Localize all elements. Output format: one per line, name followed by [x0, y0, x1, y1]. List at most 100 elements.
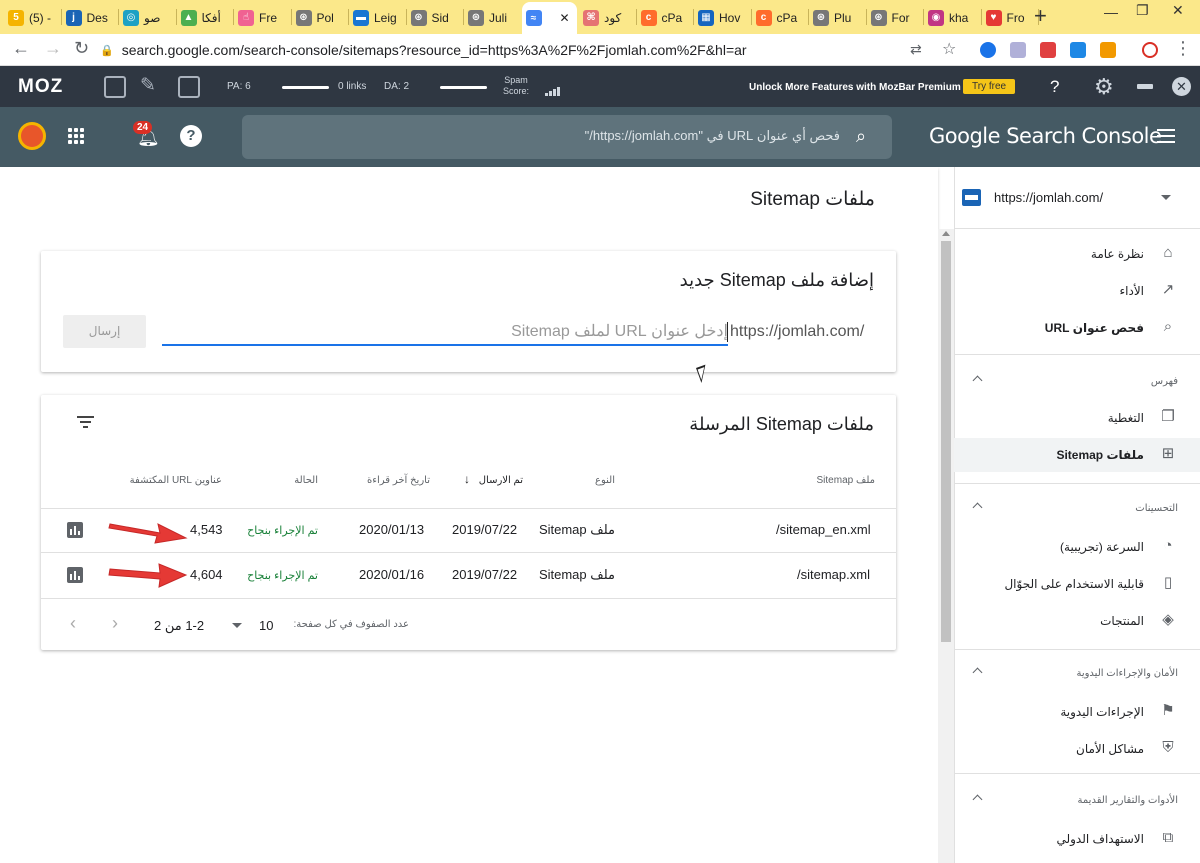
extension-m-icon[interactable]: [1070, 42, 1086, 58]
tab-label: kha: [949, 10, 969, 25]
sidebar-item-international-targeting[interactable]: الاستهداف الدولي ⧉: [954, 822, 1200, 856]
coverage-icon: ❐: [1161, 408, 1175, 425]
restore-window-button[interactable]: ❐: [1136, 2, 1149, 19]
browser-tab[interactable]: ♥ Fro: [982, 3, 1038, 32]
browser-menu-icon[interactable]: ⋮: [1174, 38, 1192, 59]
browser-tab[interactable]: ⊛ For: [867, 3, 923, 32]
gsc-brand: Google Search Console: [929, 124, 1162, 148]
extension-flag-icon[interactable]: [1040, 42, 1056, 58]
trending-icon: ↗: [1161, 281, 1175, 298]
sidebar-item-overview[interactable]: نظرة عامة ⌂: [954, 237, 1200, 271]
browser-tab[interactable]: ▦ Hov: [694, 3, 750, 32]
moz-highlight-icon[interactable]: ✎: [140, 74, 162, 96]
sidebar-item-label: الإجراءات اليدوية: [1060, 705, 1144, 719]
chevron-up-icon: [972, 667, 983, 678]
sidebar-item-url-inspection[interactable]: فحص عنوان URL ⌕: [954, 311, 1200, 345]
sidebar-item-speed[interactable]: السرعة (تجريبية) ◔: [954, 530, 1200, 564]
sidebar-item-performance[interactable]: الأداء ↗: [954, 274, 1200, 308]
tab-label: أفكا: [201, 10, 221, 25]
browser-tab[interactable]: ⊛ Pol: [292, 3, 348, 32]
submit-sitemap-button[interactable]: إرسال: [63, 315, 146, 348]
url-inspection-search[interactable]: فحص أي عنوان URL في "https://jomlah.com/…: [242, 115, 892, 159]
sidebar-item-label: الاستهداف الدولي: [1056, 832, 1144, 846]
help-icon[interactable]: ?: [180, 125, 202, 147]
chevron-up-icon: [972, 375, 983, 386]
browser-tab[interactable]: ⊛ Juli: [464, 3, 520, 32]
browser-tab[interactable]: c cPa: [752, 3, 808, 32]
tab-favicon-icon: j: [65, 9, 82, 26]
browser-tab[interactable]: ⊛ Plu: [809, 3, 865, 32]
sidebar-section-legacy-tools[interactable]: الأدوات والتقارير القديمة: [954, 789, 1200, 813]
browser-tab[interactable]: ☝ Fre: [234, 3, 290, 32]
browser-tab[interactable]: ▲ أفكا: [177, 3, 233, 32]
close-window-button[interactable]: ✕: [1172, 2, 1184, 19]
bookmark-star-icon[interactable]: ☆: [942, 39, 956, 59]
scroll-up-icon[interactable]: [942, 231, 950, 236]
sidebar-item-mobile-usability[interactable]: قابلية الاستخدام على الجوّال ▯: [954, 567, 1200, 601]
moz-close-icon[interactable]: ✕: [1172, 77, 1191, 96]
moz-keyword-icon[interactable]: [178, 76, 200, 98]
address-bar[interactable]: 🔒 search.google.com/search-console/sitem…: [100, 38, 970, 62]
bar-chart-icon[interactable]: [67, 567, 83, 583]
rows-per-page-value[interactable]: 10: [259, 618, 273, 633]
browser-tab[interactable]: ≈ ✕: [521, 2, 577, 34]
moz-page-analysis-icon[interactable]: [104, 76, 126, 98]
sidebar-item-coverage[interactable]: التغطية ❐: [954, 401, 1200, 435]
col-header-sitemap[interactable]: ملف Sitemap: [817, 475, 875, 486]
col-header-last-read[interactable]: تاريخ آخر قراءة: [367, 475, 430, 486]
chevron-down-icon[interactable]: [1161, 195, 1171, 200]
tab-label: cPa: [776, 10, 798, 25]
browser-tab[interactable]: ◎ صو: [119, 3, 175, 32]
back-icon[interactable]: ←: [12, 38, 30, 59]
browser-tab[interactable]: j Des: [62, 3, 118, 32]
browser-tab[interactable]: 5 (5) -: [4, 3, 60, 32]
tab-favicon-icon: c: [755, 9, 772, 26]
col-header-discovered[interactable]: عناوين URL المكتشفة: [130, 475, 222, 486]
profile-avatar[interactable]: [1142, 42, 1158, 58]
col-header-status[interactable]: الحالة: [294, 475, 318, 486]
moz-help-icon[interactable]: ?: [1050, 77, 1059, 97]
browser-tab[interactable]: ◉ kha: [924, 3, 980, 32]
close-tab-icon[interactable]: ✕: [560, 11, 570, 25]
prev-page-icon[interactable]: ‹: [70, 613, 76, 634]
sidebar-item-manual-actions[interactable]: الإجراءات اليدوية ⚑: [954, 695, 1200, 729]
row-sitemap[interactable]: /sitemap_en.xml: [776, 522, 871, 537]
bar-chart-icon[interactable]: [67, 522, 83, 538]
moz-try-free-button[interactable]: Try free: [963, 79, 1016, 94]
translate-icon[interactable]: ⇄: [910, 41, 922, 58]
sitemap-url-input[interactable]: [162, 320, 728, 346]
moz-minimize-icon[interactable]: [1137, 84, 1153, 89]
extension-a-icon[interactable]: [980, 42, 996, 58]
rows-per-page-dropdown-icon[interactable]: [232, 623, 242, 628]
col-header-submitted[interactable]: تم الارسال: [479, 475, 523, 486]
account-avatar[interactable]: [18, 122, 46, 150]
browser-tab[interactable]: ⌘ كود: [579, 3, 635, 32]
row-sitemap[interactable]: /sitemap.xml: [797, 567, 870, 582]
sidebar-item-security-issues[interactable]: مشاكل الأمان ⛨: [954, 732, 1200, 766]
browser-tab[interactable]: ▬ Leig: [349, 3, 405, 32]
reload-icon[interactable]: ↻: [74, 38, 89, 59]
row-status: تم الإجراء بنجاح: [247, 525, 318, 537]
next-page-icon[interactable]: ›: [112, 613, 118, 634]
sidebar-section-security[interactable]: الأمان والإجراءات اليدوية: [954, 662, 1200, 686]
minimize-window-button[interactable]: —: [1104, 4, 1118, 20]
scrollbar-thumb[interactable]: [941, 241, 951, 642]
browser-tab[interactable]: ⊛ Sid: [407, 3, 463, 32]
forward-icon[interactable]: →: [44, 38, 62, 59]
moz-settings-icon[interactable]: ⚙: [1094, 74, 1114, 100]
row-submitted: 2019/07/22: [452, 567, 518, 582]
extension-shield-icon[interactable]: [1010, 42, 1026, 58]
filter-icon[interactable]: [77, 416, 94, 428]
new-tab-button[interactable]: +: [1034, 4, 1047, 28]
extension-bag-icon[interactable]: [1100, 42, 1116, 58]
col-header-type[interactable]: النوع: [595, 475, 615, 486]
browser-tab[interactable]: c cPa: [637, 3, 693, 32]
sidebar-item-sitemaps[interactable]: ملفات Sitemap ⊞: [954, 438, 1200, 472]
tab-favicon-icon: ⊛: [468, 9, 484, 26]
moz-spam-label: Spam: [504, 75, 528, 85]
sidebar-item-products[interactable]: المنتجات ◈: [954, 604, 1200, 638]
chevron-up-icon: [972, 502, 983, 513]
sidebar-section-enhancements[interactable]: التحسينات: [954, 497, 1200, 521]
apps-grid-icon[interactable]: [68, 128, 84, 144]
sidebar-section-index[interactable]: فهرس: [954, 370, 1200, 394]
